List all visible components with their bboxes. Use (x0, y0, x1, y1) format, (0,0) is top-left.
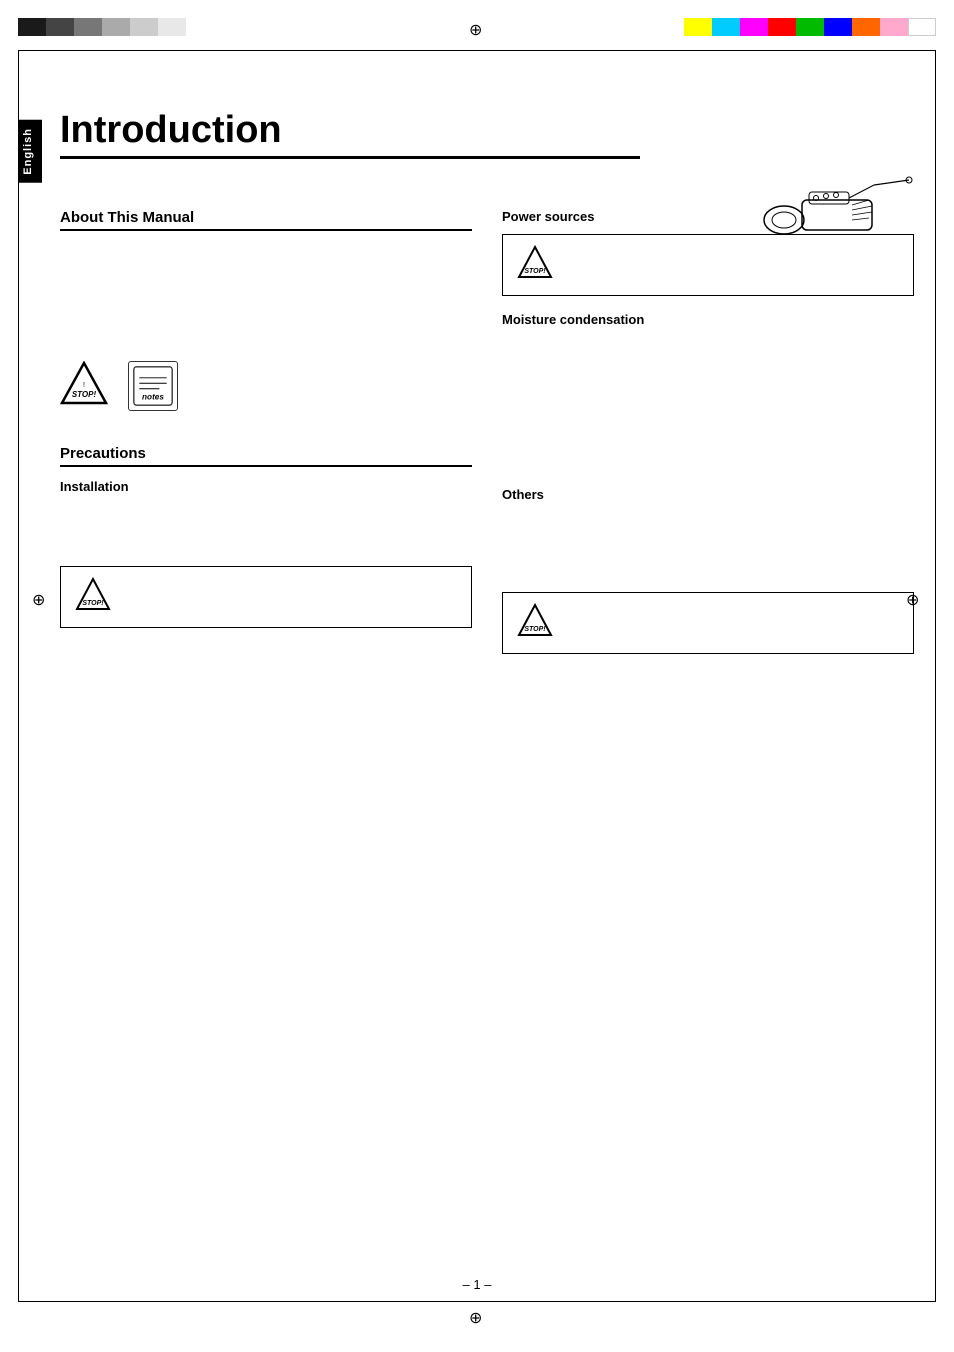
reg-mark-top (469, 20, 485, 36)
color-bar-r1 (684, 18, 712, 36)
page-border-bottom (18, 1301, 936, 1302)
icons-row: STOP! ! notes (60, 361, 472, 415)
installation-warning-box: STOP! (60, 566, 472, 628)
color-bar-r7 (852, 18, 880, 36)
color-bar-r8 (880, 18, 908, 36)
about-manual-heading: About This Manual (60, 209, 472, 231)
precautions-section: Precautions Installation STOP! (60, 445, 472, 628)
others-section: Others STOP! (502, 487, 914, 654)
color-bar-4 (102, 18, 130, 36)
svg-text:notes: notes (142, 392, 164, 401)
page-border-right (935, 50, 936, 1302)
reg-mark-left (32, 590, 48, 606)
svg-text:STOP!: STOP! (524, 268, 546, 275)
moisture-section: Moisture condensation (502, 312, 914, 327)
instrument-illustration (754, 170, 914, 240)
stop-icon-others: STOP! (515, 603, 555, 643)
intro-underline (60, 156, 640, 159)
color-bar-r2 (712, 18, 740, 36)
about-manual-section: About This Manual (60, 209, 472, 231)
color-bar-1 (18, 18, 46, 36)
svg-text:STOP!: STOP! (82, 600, 104, 607)
stop-icon-power: STOP! (515, 245, 555, 285)
precautions-heading: Precautions (60, 445, 472, 467)
color-bar-r5 (796, 18, 824, 36)
notes-icon: notes (128, 361, 178, 411)
page-number: – 1 – (463, 1277, 492, 1292)
svg-text:!: ! (83, 382, 85, 389)
others-heading: Others (502, 487, 914, 502)
english-tab: English (18, 120, 42, 183)
color-bar-3 (74, 18, 102, 36)
stop-icon-large: STOP! ! (60, 361, 108, 415)
page-border-left (18, 50, 19, 1302)
moisture-heading: Moisture condensation (502, 312, 914, 327)
left-color-bars (18, 18, 186, 36)
color-bar-r6 (824, 18, 852, 36)
intro-header: Introduction (60, 110, 914, 159)
two-column-layout: About This Manual STOP! ! (60, 209, 914, 664)
color-bar-r9 (908, 18, 936, 36)
right-color-bars (684, 18, 936, 36)
svg-text:STOP!: STOP! (72, 390, 97, 399)
color-bar-r4 (768, 18, 796, 36)
reg-mark-bottom (469, 1308, 485, 1324)
installation-heading: Installation (60, 479, 472, 494)
stop-icon-install: STOP! (73, 577, 113, 617)
color-bar-5 (130, 18, 158, 36)
color-bar-6 (158, 18, 186, 36)
power-warning-box: STOP! (502, 234, 914, 296)
svg-text:STOP!: STOP! (524, 626, 546, 633)
others-warning-box: STOP! (502, 592, 914, 654)
main-content: Introduction (60, 60, 914, 664)
color-bar-r3 (740, 18, 768, 36)
color-bar-2 (46, 18, 74, 36)
page-title: Introduction (60, 110, 914, 152)
page-border-top (18, 50, 936, 51)
left-column: About This Manual STOP! ! (60, 209, 472, 664)
right-column: Power sources STOP! Moisture condensatio… (502, 209, 914, 664)
